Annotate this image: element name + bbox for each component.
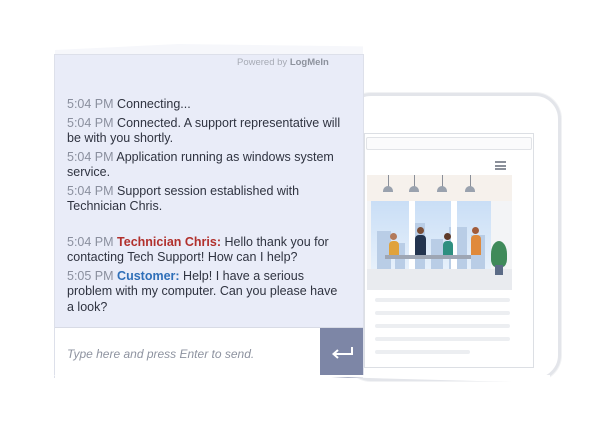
chat-message: 5:05 PM Customer: Help! I have a serious…	[67, 269, 347, 316]
placeholder-line	[375, 298, 510, 302]
chat-log: 5:04 PM Connecting... 5:04 PM Connected.…	[67, 97, 347, 318]
url-bar	[366, 137, 532, 150]
message-time: 5:04 PM	[67, 234, 114, 249]
placeholder-line	[375, 324, 510, 328]
chat-message: 5:04 PM Technician Chris: Hello thank yo…	[67, 235, 347, 266]
chat-message: 5:04 PM Connecting...	[67, 97, 347, 113]
message-composer	[55, 327, 363, 380]
customer-name: Customer:	[117, 268, 180, 283]
send-button[interactable]	[320, 328, 363, 378]
office-illustration	[367, 175, 512, 290]
enter-arrow-icon	[331, 347, 353, 359]
logmein-logo: LogMeIn	[289, 57, 329, 68]
chat-message: 5:04 PM Application running as windows s…	[67, 150, 347, 181]
powered-by-label: Powered by LogMeIn	[237, 57, 329, 68]
message-time: 5:04 PM	[67, 183, 114, 198]
torn-paper-edge	[45, 375, 550, 383]
technician-name: Technician Chris:	[117, 234, 222, 249]
message-time: 5:04 PM	[67, 97, 114, 111]
message-time: 5:05 PM	[67, 268, 114, 283]
message-input[interactable]	[65, 328, 319, 380]
message-time: 5:04 PM	[67, 149, 114, 164]
placeholder-line	[375, 311, 510, 315]
placeholder-line	[375, 350, 470, 354]
chat-message: 5:04 PM Support session established with…	[67, 184, 347, 215]
placeholder-line	[375, 337, 510, 341]
message-text: Connecting...	[117, 97, 191, 111]
message-time: 5:04 PM	[67, 115, 114, 130]
hamburger-menu-icon	[495, 161, 506, 170]
chat-message: 5:04 PM Connected. A support representat…	[67, 116, 347, 147]
